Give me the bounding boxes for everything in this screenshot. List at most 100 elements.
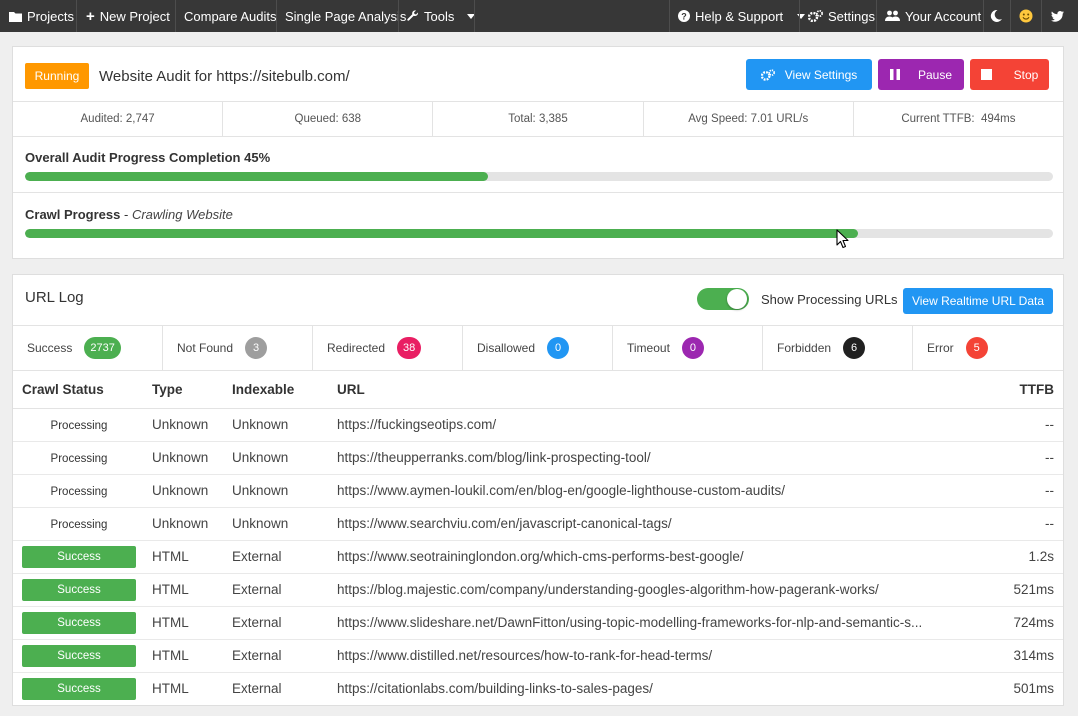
url-log-table: Crawl Status Type Indexable URL TTFB Pro… bbox=[13, 372, 1063, 705]
cell-url[interactable]: https://blog.majestic.com/company/unders… bbox=[328, 573, 953, 607]
crawl-status-badge: Success bbox=[22, 545, 136, 568]
filter-timeout[interactable]: Timeout 0 bbox=[613, 326, 763, 370]
filter-success[interactable]: Success 2737 bbox=[13, 326, 163, 370]
mouse-cursor-icon bbox=[836, 229, 849, 249]
stop-button[interactable]: Stop bbox=[970, 59, 1049, 90]
cogs-icon bbox=[808, 10, 823, 22]
cell-url[interactable]: https://www.distilled.net/resources/how-… bbox=[328, 639, 953, 673]
nav-tools[interactable]: Tools bbox=[407, 0, 476, 32]
cell-crawl-status: Success bbox=[13, 540, 143, 574]
filter-label: Disallowed bbox=[477, 341, 536, 355]
filter-forbidden[interactable]: Forbidden 6 bbox=[763, 326, 913, 370]
cell-indexable: Unknown bbox=[223, 441, 328, 475]
filter-label: Success bbox=[27, 341, 73, 355]
nav-new-project[interactable]: + New Project bbox=[86, 0, 170, 32]
cell-url[interactable]: https://fuckingseotips.com/ bbox=[328, 408, 953, 442]
nav-your-account-label: Your Account bbox=[905, 8, 982, 24]
cell-crawl-status: Success bbox=[13, 639, 143, 673]
stat-current-ttfb: Current TTFB: 494ms bbox=[901, 113, 1016, 125]
cell-crawl-status: Processing bbox=[13, 507, 143, 541]
nav-projects[interactable]: Projects bbox=[9, 0, 74, 32]
filter-disallowed[interactable]: Disallowed 0 bbox=[463, 326, 613, 370]
folder-icon bbox=[9, 11, 22, 22]
table-row[interactable]: Processing Unknown Unknown https://www.sear… bbox=[13, 507, 1063, 541]
status-badge: Running bbox=[25, 63, 89, 89]
table-row[interactable]: Processing Unknown Unknown https://www.ayme… bbox=[13, 474, 1063, 508]
show-processing-toggle[interactable] bbox=[697, 288, 749, 310]
cell-url[interactable]: https://www.slideshare.net/DawnFitton/us… bbox=[328, 606, 953, 640]
table-row[interactable]: Success HTML External https://citationlabs.… bbox=[13, 672, 1063, 705]
cell-indexable: Unknown bbox=[223, 408, 328, 442]
nav-settings-label: Settings bbox=[828, 8, 875, 24]
twitter-icon bbox=[1051, 10, 1064, 22]
filter-label: Timeout bbox=[627, 341, 670, 355]
cell-crawl-status: Processing bbox=[13, 441, 143, 475]
twitter-link[interactable] bbox=[1051, 0, 1064, 32]
users-icon bbox=[885, 10, 900, 21]
cell-type: Unknown bbox=[143, 408, 223, 442]
cell-url[interactable]: https://theupperranks.com/blog/link-pros… bbox=[328, 441, 953, 475]
cell-type: HTML bbox=[143, 573, 223, 607]
nav-compare-audits[interactable]: Compare Audits bbox=[184, 0, 277, 32]
col-type[interactable]: Type bbox=[143, 372, 223, 409]
status-count-row: Success 2737 Not Found 3 Redirected 38 Disa… bbox=[13, 325, 1063, 371]
audit-progress-panel: Running Website Audit for https://sitebu… bbox=[12, 46, 1064, 259]
cell-crawl-status: Success bbox=[13, 573, 143, 607]
crawl-status-badge: Success bbox=[22, 578, 136, 601]
nav-settings[interactable]: Settings bbox=[808, 0, 875, 32]
cell-ttfb: -- bbox=[953, 474, 1063, 508]
count-badge: 38 bbox=[397, 337, 422, 359]
table-row[interactable]: Processing Unknown Unknown https://theupper… bbox=[13, 441, 1063, 475]
cell-url[interactable]: https://www.aymen-loukil.com/en/blog-en/… bbox=[328, 474, 953, 508]
overall-progress-bar bbox=[25, 172, 1053, 181]
crawl-status-badge: Processing bbox=[50, 486, 108, 498]
url-log-panel: URL Log Show Processing URLs View Realti… bbox=[12, 274, 1064, 706]
nav-single-page-analysis-label: Single Page Analysis bbox=[285, 8, 407, 24]
nav-compare-audits-label: Compare Audits bbox=[184, 8, 277, 24]
cell-crawl-status: Processing bbox=[13, 408, 143, 442]
count-badge: 6 bbox=[843, 337, 866, 359]
cell-url[interactable]: https://citationlabs.com/building-links-… bbox=[328, 672, 953, 705]
pause-icon bbox=[889, 69, 900, 80]
col-crawl-status[interactable]: Crawl Status bbox=[13, 372, 143, 409]
col-url[interactable]: URL bbox=[328, 372, 953, 409]
cell-url[interactable]: https://www.seotraininglondon.org/which-… bbox=[328, 540, 953, 574]
emoji-button[interactable] bbox=[1019, 0, 1033, 32]
table-row[interactable]: Success HTML External https://blog.majestic… bbox=[13, 573, 1063, 607]
filter-label: Redirected bbox=[327, 341, 386, 355]
dark-mode-toggle[interactable] bbox=[990, 0, 1002, 32]
col-ttfb[interactable]: TTFB bbox=[953, 372, 1063, 409]
count-badge: 3 bbox=[245, 337, 268, 359]
nav-tools-label: Tools bbox=[424, 8, 455, 24]
stat-queued: Queued: 638 bbox=[223, 102, 434, 136]
cell-type: Unknown bbox=[143, 474, 223, 508]
pause-button[interactable]: Pause bbox=[878, 59, 964, 90]
nav-your-account[interactable]: Your Account bbox=[885, 0, 981, 32]
nav-single-page-analysis[interactable]: Single Page Analysis bbox=[285, 0, 406, 32]
nav-help-support-label: Help & Support bbox=[695, 8, 784, 24]
stop-label: Stop bbox=[1013, 67, 1039, 82]
url-log-title: URL Log bbox=[25, 289, 84, 306]
cell-crawl-status: Success bbox=[13, 672, 143, 705]
stop-icon bbox=[980, 69, 992, 80]
view-settings-button[interactable]: View Settings bbox=[746, 59, 872, 90]
nav-help-support[interactable]: ? Help & Support bbox=[678, 0, 806, 32]
cell-crawl-status: Success bbox=[13, 606, 143, 640]
filter-error[interactable]: Error 5 bbox=[913, 326, 1063, 370]
view-settings-label: View Settings bbox=[784, 67, 858, 82]
view-realtime-url-data-button[interactable]: View Realtime URL Data bbox=[903, 288, 1053, 314]
cell-indexable: Unknown bbox=[223, 474, 328, 508]
table-row[interactable]: Success HTML External https://www.seotraini… bbox=[13, 540, 1063, 574]
table-row[interactable]: Processing Unknown Unknown https://fuckings… bbox=[13, 408, 1063, 442]
filter-not-found[interactable]: Not Found 3 bbox=[163, 326, 313, 370]
count-badge: 2737 bbox=[84, 337, 121, 359]
count-badge: 0 bbox=[681, 337, 704, 359]
cell-url[interactable]: https://www.searchviu.com/en/javascript-… bbox=[328, 507, 953, 541]
filter-redirected[interactable]: Redirected 38 bbox=[313, 326, 463, 370]
table-row[interactable]: Success HTML External https://www.distilled… bbox=[13, 639, 1063, 673]
crawl-progress-separator: - bbox=[120, 207, 132, 222]
table-header-row: Crawl Status Type Indexable URL TTFB bbox=[13, 372, 1063, 409]
col-indexable[interactable]: Indexable bbox=[223, 372, 328, 409]
crawl-progress-bar bbox=[25, 229, 1053, 238]
table-row[interactable]: Success HTML External https://www.slideshar… bbox=[13, 606, 1063, 640]
